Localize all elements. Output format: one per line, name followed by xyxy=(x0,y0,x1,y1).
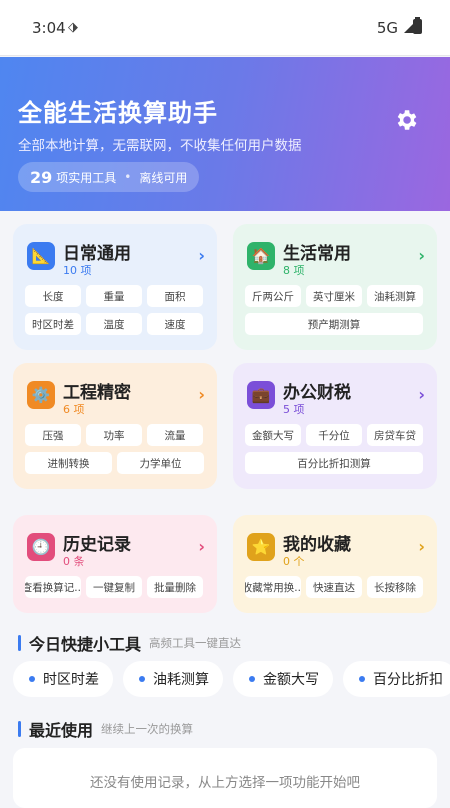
card-title: 我的收藏 xyxy=(283,535,351,555)
chevron-right-icon[interactable]: › xyxy=(198,537,205,556)
card-title: 历史记录 xyxy=(63,535,131,555)
card-title: 工程精密 xyxy=(63,383,131,403)
app-title: 全能生活换算助手 xyxy=(18,99,218,127)
chip-thousands[interactable]: 千分位 xyxy=(306,424,362,446)
card-count: 8 项 xyxy=(283,264,305,277)
quick-tool-label: 时区时差 xyxy=(43,672,99,688)
offline-label: 离线可用 xyxy=(139,170,188,185)
chip-length[interactable]: 长度 xyxy=(25,285,81,307)
bullet-dot xyxy=(249,676,255,682)
chip-jin-kg[interactable]: 斤两公斤 xyxy=(245,285,301,307)
quick-tool-discount[interactable]: 百分比折扣 xyxy=(343,661,450,697)
clock-icon: 🕘 xyxy=(27,533,55,561)
gear-icon: ⚙️ xyxy=(27,381,55,409)
chip-list: 压强 功率 流量 进制转换 力学单位 xyxy=(25,424,205,474)
chip-area[interactable]: 面积 xyxy=(147,285,203,307)
category-card-office[interactable]: 💼 办公财税 5 项 › 金额大写 千分位 房贷车贷 百分比折扣测算 xyxy=(233,363,437,489)
chevron-right-icon[interactable]: › xyxy=(418,385,425,404)
quick-tool-amount[interactable]: 金额大写 xyxy=(233,661,333,697)
section-bar xyxy=(18,721,21,737)
chip-list: 金额大写 千分位 房贷车贷 百分比折扣测算 xyxy=(245,424,425,474)
card-count: 0 条 xyxy=(63,555,85,568)
card-title: 办公财税 xyxy=(283,383,351,403)
chip-power[interactable]: 功率 xyxy=(86,424,142,446)
chip-discount[interactable]: 百分比折扣测算 xyxy=(245,452,423,474)
network-type: 5G xyxy=(376,19,398,37)
quick-tool-fuel[interactable]: 油耗测算 xyxy=(123,661,223,697)
chip-timezone[interactable]: 时区时差 xyxy=(25,313,81,335)
chip-inch-cm[interactable]: 英寸厘米 xyxy=(306,285,362,307)
card-count: 10 项 xyxy=(63,264,92,277)
quick-tool-label: 金额大写 xyxy=(263,672,319,688)
house-icon: 🏠 xyxy=(247,242,275,270)
chip-list: 查看换算记... 一键复制 批量删除 xyxy=(25,576,205,598)
bullet-dot xyxy=(139,676,145,682)
category-card-daily[interactable]: 📐 日常通用 10 项 › 长度 重量 面积 时区时差 温度 速度 xyxy=(13,224,217,350)
chip-batch-delete[interactable]: 批量删除 xyxy=(147,576,203,598)
section-bar xyxy=(18,635,21,651)
hero-banner: 全能生活换算助手 全部本地计算，无需联网，不收集任何用户数据 29 项实用工具 … xyxy=(0,57,450,211)
section-title: 最近使用 xyxy=(29,721,94,740)
bullet-dot xyxy=(359,676,365,682)
quick-tool-timezone[interactable]: 时区时差 xyxy=(13,661,113,697)
recent-header: 最近使用 继续上一次的换算 xyxy=(18,717,193,741)
chip-quick-access[interactable]: 快速直达 xyxy=(306,576,362,598)
card-title: 生活常用 xyxy=(283,244,351,264)
chip-pressure[interactable]: 压强 xyxy=(25,424,81,446)
chip-view-history[interactable]: 查看换算记... xyxy=(25,576,81,598)
status-time: 3:04 xyxy=(32,19,66,37)
category-card-life[interactable]: 🏠 生活常用 8 项 › 斤两公斤 英寸厘米 油耗测算 预产期测算 xyxy=(233,224,437,350)
chip-weight[interactable]: 重量 xyxy=(86,285,142,307)
chip-list: 斤两公斤 英寸厘米 油耗测算 预产期测算 xyxy=(245,285,425,335)
ruler-icon: 📐 xyxy=(27,242,55,270)
history-card[interactable]: 🕘 历史记录 0 条 › 查看换算记... 一键复制 批量删除 xyxy=(13,515,217,613)
chip-base-convert[interactable]: 进制转换 xyxy=(25,452,112,474)
section-title: 今日快捷小工具 xyxy=(29,635,142,654)
chevron-right-icon[interactable]: › xyxy=(198,385,205,404)
recent-empty-state: 还没有使用记录，从上方选择一项功能开始吧 xyxy=(13,748,437,808)
chip-long-press-remove[interactable]: 长按移除 xyxy=(367,576,423,598)
tool-count-suffix: 项实用工具 xyxy=(56,170,117,185)
status-bar: 3:04 ⬗ 5G xyxy=(0,0,450,56)
category-card-engineering[interactable]: ⚙️ 工程精密 6 项 › 压强 功率 流量 进制转换 力学单位 xyxy=(13,363,217,489)
chip-copy[interactable]: 一键复制 xyxy=(86,576,142,598)
chevron-right-icon[interactable]: › xyxy=(198,246,205,265)
section-desc: 高频工具一键直达 xyxy=(149,636,242,650)
chip-add-favorite[interactable]: 收藏常用换... xyxy=(245,576,301,598)
favorites-card[interactable]: ⭐ 我的收藏 0 个 › 收藏常用换... 快速直达 长按移除 xyxy=(233,515,437,613)
tool-count-badge: 29 项实用工具 • 离线可用 xyxy=(18,162,200,192)
card-count: 5 项 xyxy=(283,403,305,416)
chip-speed[interactable]: 速度 xyxy=(147,313,203,335)
quick-tool-label: 油耗测算 xyxy=(153,672,209,688)
card-title: 日常通用 xyxy=(63,244,131,264)
section-desc: 继续上一次的换算 xyxy=(101,722,194,736)
chevron-right-icon[interactable]: › xyxy=(418,246,425,265)
star-icon: ⭐ xyxy=(247,533,275,561)
sim-icon: ⬗ xyxy=(68,20,78,35)
chevron-right-icon[interactable]: › xyxy=(418,537,425,556)
chip-list: 收藏常用换... 快速直达 长按移除 xyxy=(245,576,425,598)
chip-loan[interactable]: 房贷车贷 xyxy=(367,424,423,446)
separator-dot: • xyxy=(124,170,132,184)
battery-icon xyxy=(413,17,422,34)
chip-list: 长度 重量 面积 时区时差 温度 速度 xyxy=(25,285,205,335)
bullet-dot xyxy=(29,676,35,682)
quick-tool-label: 百分比折扣 xyxy=(373,672,443,688)
app-subtitle: 全部本地计算，无需联网，不收集任何用户数据 xyxy=(18,138,302,154)
card-count: 0 个 xyxy=(283,555,305,568)
chip-flow[interactable]: 流量 xyxy=(147,424,203,446)
tool-count: 29 xyxy=(30,167,53,187)
card-count: 6 项 xyxy=(63,403,85,416)
quick-tools-header: 今日快捷小工具 高频工具一键直达 xyxy=(18,631,241,655)
briefcase-icon: 💼 xyxy=(247,381,275,409)
settings-gear-icon[interactable] xyxy=(393,107,419,133)
quick-tools-list: 时区时差 油耗测算 金额大写 百分比折扣 xyxy=(13,661,450,697)
chip-fuel[interactable]: 油耗测算 xyxy=(367,285,423,307)
chip-amount-words[interactable]: 金额大写 xyxy=(245,424,301,446)
chip-mechanics[interactable]: 力学单位 xyxy=(117,452,204,474)
chip-temperature[interactable]: 温度 xyxy=(86,313,142,335)
chip-due-date[interactable]: 预产期测算 xyxy=(245,313,423,335)
